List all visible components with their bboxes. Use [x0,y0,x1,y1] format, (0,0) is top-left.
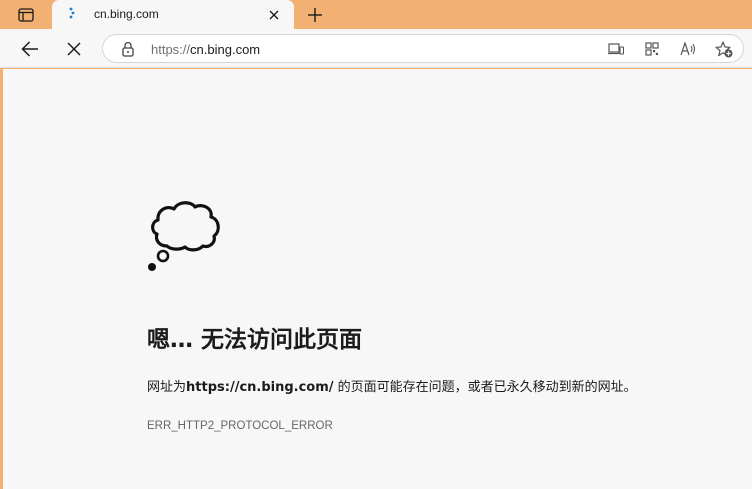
tab-actions-icon [18,8,34,22]
message-suffix: 的页面可能存在问题，或者已永久移动到新的网址。 [333,380,637,395]
tab-close-button[interactable] [266,7,282,23]
tab-title: cn.bing.com [94,7,159,21]
send-to-device-button[interactable] [607,40,625,58]
lock-icon[interactable] [121,41,135,57]
active-tab[interactable]: cn.bing.com [52,0,294,29]
toolbar: https://cn.bing.com [0,29,752,68]
message-prefix: 网址为 [147,380,187,395]
url-text[interactable]: https://cn.bing.com [151,42,260,57]
send-to-device-icon [608,43,624,55]
thought-cloud-icon [148,201,220,271]
bing-favicon-icon [69,7,75,19]
address-bar[interactable]: https://cn.bing.com [102,34,744,63]
add-favorite-icon [715,40,733,57]
page-content: 嗯… 无法访问此页面 网址为https://cn.bing.com/ 的页面可能… [3,69,752,489]
close-icon [269,10,279,20]
message-url: https://cn.bing.com/ [186,380,334,395]
url-scheme: https:// [151,42,191,57]
tab-actions-button[interactable] [12,6,40,24]
apps-button[interactable] [643,40,661,58]
read-aloud-button[interactable] [679,40,697,58]
url-host: cn.bing.com [190,42,261,57]
read-aloud-icon [680,42,696,56]
error-heading: 嗯… 无法访问此页面 [147,327,363,353]
back-button[interactable] [18,37,42,61]
error-message: 网址为https://cn.bing.com/ 的页面可能存在问题，或者已永久移… [147,376,637,395]
new-tab-button[interactable] [304,4,326,26]
add-favorite-button[interactable] [715,40,733,58]
stop-icon [67,42,81,56]
error-code: ERR_HTTP2_PROTOCOL_ERROR [147,420,333,432]
plus-icon [308,8,322,22]
back-arrow-icon [21,41,38,57]
stop-button[interactable] [62,37,86,61]
tab-strip: cn.bing.com [0,0,752,29]
apps-icon [645,42,659,56]
